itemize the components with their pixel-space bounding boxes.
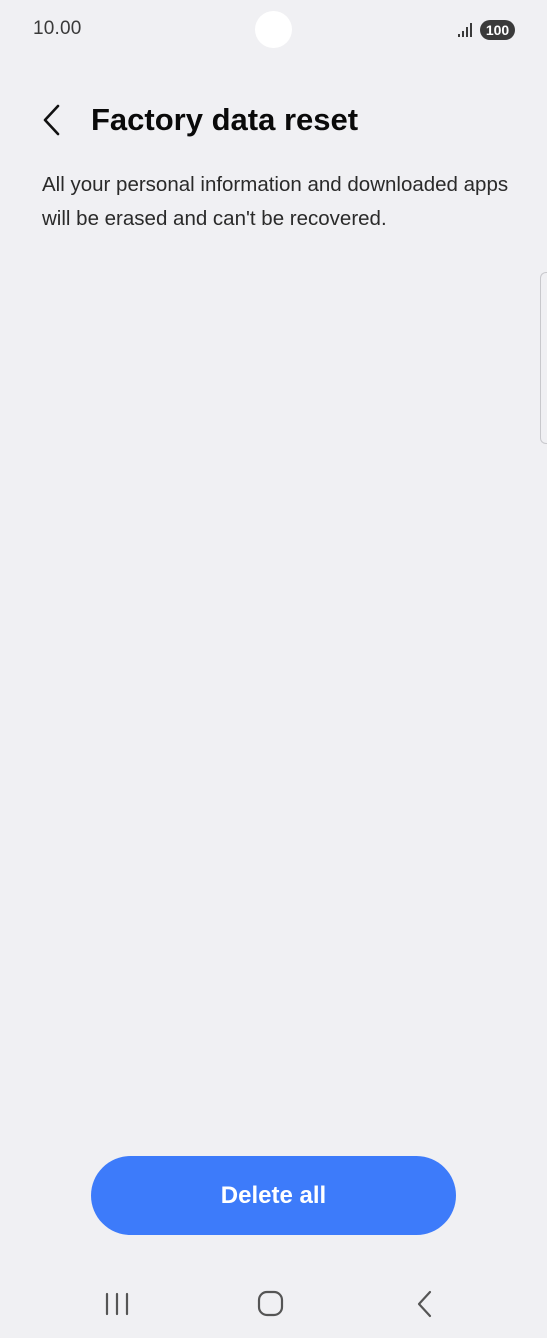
nav-back-button[interactable] (394, 1284, 454, 1324)
delete-all-button[interactable]: Delete all (91, 1156, 456, 1235)
back-button[interactable] (34, 98, 74, 142)
recents-button[interactable] (88, 1284, 148, 1324)
signal-bars-icon (457, 22, 473, 38)
navigation-bar (0, 1270, 547, 1338)
camera-cutout (255, 11, 292, 48)
chevron-left-icon (34, 98, 74, 142)
home-icon (240, 1284, 300, 1324)
reset-description: All your personal information and downlo… (42, 173, 509, 230)
page-title: Factory data reset (91, 102, 359, 137)
scroll-indicator[interactable] (540, 272, 547, 444)
battery-level-badge: 100 (480, 20, 515, 40)
factory-reset-screen: 10.00 100 Factory data reset All your pe… (0, 0, 547, 1338)
status-time: 10.00 (33, 18, 82, 39)
home-button[interactable] (240, 1284, 300, 1324)
back-icon (394, 1284, 454, 1324)
status-bar: 10.00 100 (0, 0, 547, 60)
recents-icon (88, 1284, 148, 1324)
